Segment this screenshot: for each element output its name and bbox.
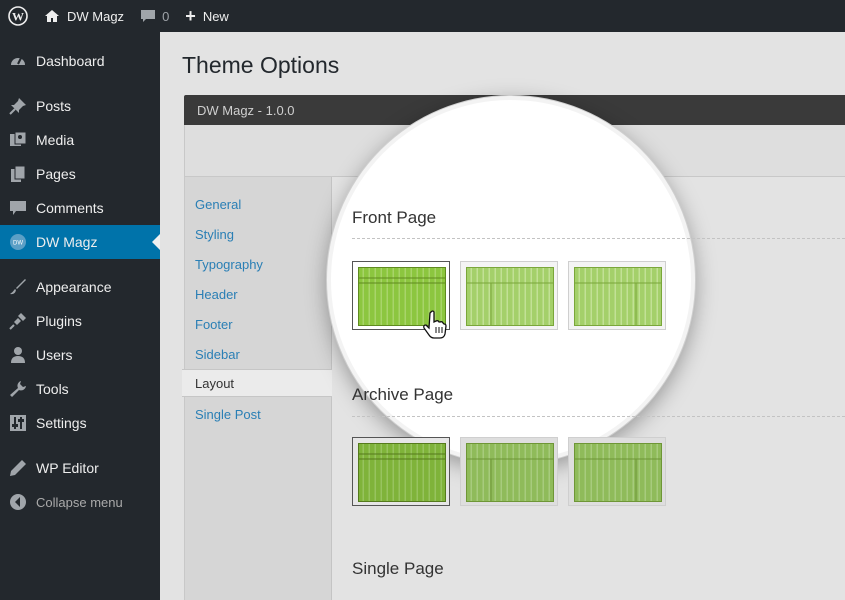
admin-bar: W DW Magz 0 + New <box>0 0 845 32</box>
pin-icon <box>0 97 36 115</box>
menu-label: Users <box>36 347 73 363</box>
site-name: DW Magz <box>67 8 125 24</box>
comment-bubble-icon <box>140 9 156 23</box>
page-title: Theme Options <box>182 52 340 78</box>
menu-item-users[interactable]: Users <box>0 338 160 372</box>
menu-label: Settings <box>36 415 87 431</box>
menu-label: Tools <box>36 381 69 397</box>
menu-item-wp-editor[interactable]: WP Editor <box>0 451 160 485</box>
collapse-menu-button[interactable]: Collapse menu <box>0 485 160 519</box>
subnav-item-typography[interactable]: Typography <box>185 250 333 278</box>
menu-label: Appearance <box>36 279 112 295</box>
archive-page-divider <box>352 416 845 417</box>
menu-item-settings[interactable]: Settings <box>0 406 160 440</box>
front-layout-left-sidebar[interactable] <box>460 261 558 330</box>
new-label: New <box>202 8 229 24</box>
menu-item-plugins[interactable]: Plugins <box>0 304 160 338</box>
brush-icon <box>0 278 36 296</box>
menu-label: Pages <box>36 166 76 182</box>
collapse-label: Collapse menu <box>36 494 123 510</box>
wordpress-logo-icon[interactable]: W <box>0 0 36 32</box>
menu-item-posts[interactable]: Posts <box>0 89 160 123</box>
menu-label: WP Editor <box>36 460 99 476</box>
menu-label: Plugins <box>36 313 82 329</box>
single-page-heading: Single Page <box>352 559 444 578</box>
comment-icon <box>0 199 36 217</box>
menu-item-comments[interactable]: Comments <box>0 191 160 225</box>
plug-icon <box>0 312 36 330</box>
menu-item-dashboard[interactable]: Dashboard <box>0 44 160 78</box>
dw-icon: DW <box>0 233 36 251</box>
admin-sidebar: Dashboard Posts Media Pages Comments DW … <box>0 32 160 600</box>
plus-icon: + <box>185 6 196 26</box>
menu-label: DW Magz <box>36 234 98 250</box>
menu-label: Dashboard <box>36 53 105 69</box>
hand-cursor-icon <box>423 310 447 345</box>
menu-label: Comments <box>36 200 104 216</box>
subnav-item-styling[interactable]: Styling <box>185 220 333 248</box>
site-name-link[interactable]: DW Magz <box>36 0 132 32</box>
new-content-link[interactable]: + New <box>177 0 237 32</box>
pencil-icon <box>0 459 36 477</box>
media-icon <box>0 131 36 149</box>
home-icon <box>44 9 60 23</box>
archive-layout-right-sidebar[interactable] <box>568 437 666 506</box>
subnav-item-single-post[interactable]: Single Post <box>185 400 333 428</box>
archive-layout-left-sidebar[interactable] <box>460 437 558 506</box>
subnav-item-sidebar[interactable]: Sidebar <box>185 340 333 368</box>
svg-text:W: W <box>12 10 24 24</box>
menu-item-dw-magz[interactable]: DW DW Magz <box>0 225 160 259</box>
user-icon <box>0 346 36 364</box>
menu-item-appearance[interactable]: Appearance <box>0 270 160 304</box>
menu-item-tools[interactable]: Tools <box>0 372 160 406</box>
subnav-item-header[interactable]: Header <box>185 280 333 308</box>
menu-item-media[interactable]: Media <box>0 123 160 157</box>
menu-label: Posts <box>36 98 72 114</box>
collapse-arrow-icon <box>0 493 36 511</box>
settings-icon <box>0 414 36 432</box>
menu-item-pages[interactable]: Pages <box>0 157 160 191</box>
subnav-item-layout[interactable]: Layout <box>182 369 334 397</box>
archive-page-heading: Archive Page <box>352 385 454 404</box>
front-page-heading: Front Page <box>352 208 437 227</box>
archive-layout-full-width[interactable] <box>352 437 450 506</box>
front-layout-right-sidebar[interactable] <box>568 261 666 330</box>
front-page-divider <box>352 238 845 239</box>
comments-count: 0 <box>162 8 170 24</box>
options-subnav: General Styling Typography Header Footer… <box>182 177 334 600</box>
svg-text:DW: DW <box>13 241 23 247</box>
menu-label: Media <box>36 132 75 148</box>
subnav-item-general[interactable]: General <box>185 190 333 218</box>
subnav-item-footer[interactable]: Footer <box>185 310 333 338</box>
pages-icon <box>0 165 36 183</box>
comments-link[interactable]: 0 <box>132 0 177 32</box>
dashboard-icon <box>0 52 36 70</box>
wrench-icon <box>0 380 36 398</box>
